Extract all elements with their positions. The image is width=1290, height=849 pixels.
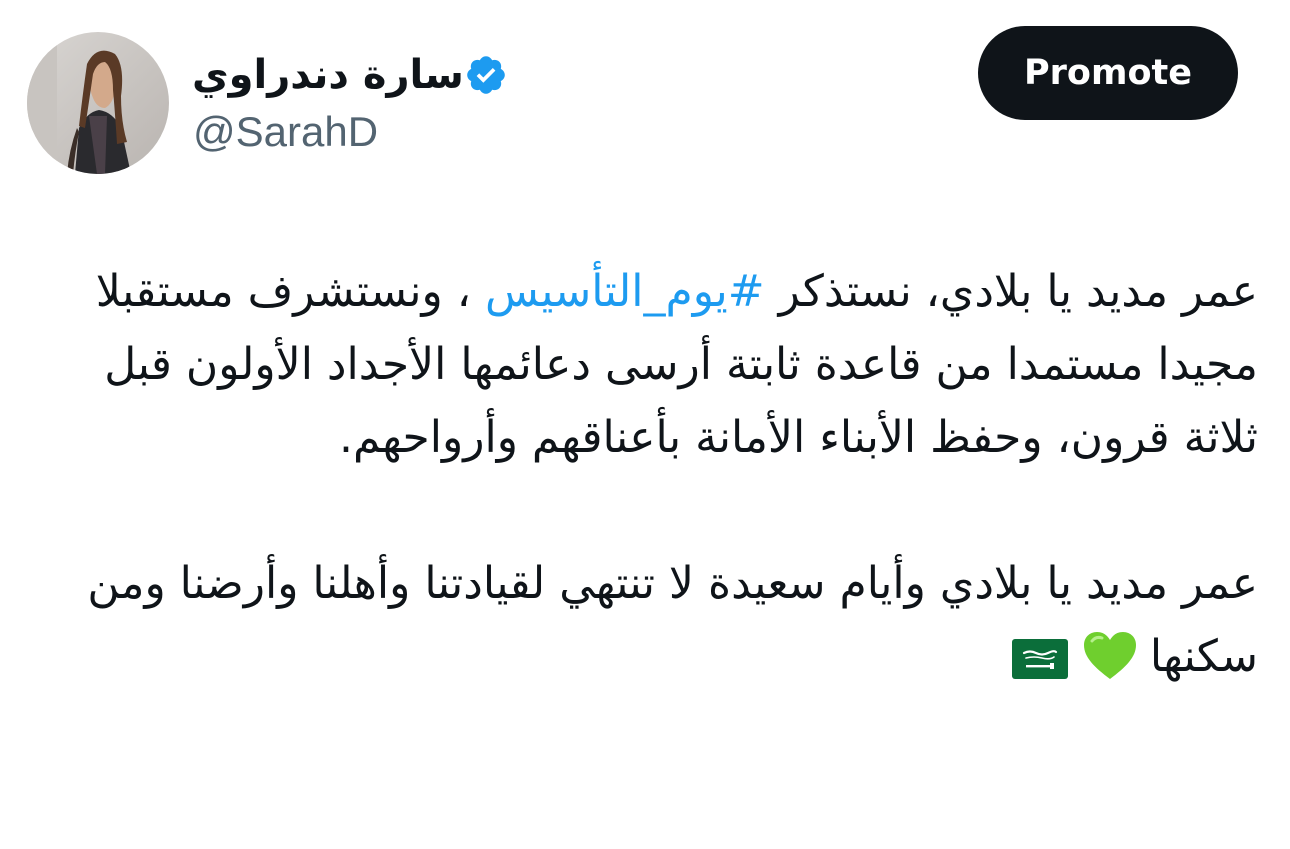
tweet-text-segment: عمر مديد يا بلادي، نستذكر (764, 266, 1258, 317)
tweet-text: عمر مديد يا بلادي، نستذكر #يوم_التأسيس ،… (32, 255, 1258, 693)
display-name[interactable]: سارة دندراوي (192, 52, 464, 98)
tweet-paragraph-2: عمر مديد يا بلادي وأيام سعيدة لا تنتهي ل… (32, 547, 1258, 693)
tweet-card: سارة دندراوي @SarahD Promote عمر مديد يا… (0, 0, 1290, 849)
green-heart-icon (1083, 632, 1136, 679)
hashtag-link[interactable]: #يوم_التأسيس (485, 266, 765, 317)
avatar[interactable] (27, 32, 169, 174)
promote-button[interactable]: Promote (978, 26, 1238, 120)
avatar-image (27, 32, 169, 174)
verified-badge-icon (467, 56, 505, 94)
saudi-flag-icon (1011, 639, 1068, 679)
author-name-row[interactable]: سارة دندراوي (192, 44, 520, 106)
user-handle[interactable]: @SarahD (193, 108, 378, 156)
tweet-paragraph-1: عمر مديد يا بلادي، نستذكر #يوم_التأسيس ،… (32, 255, 1258, 474)
